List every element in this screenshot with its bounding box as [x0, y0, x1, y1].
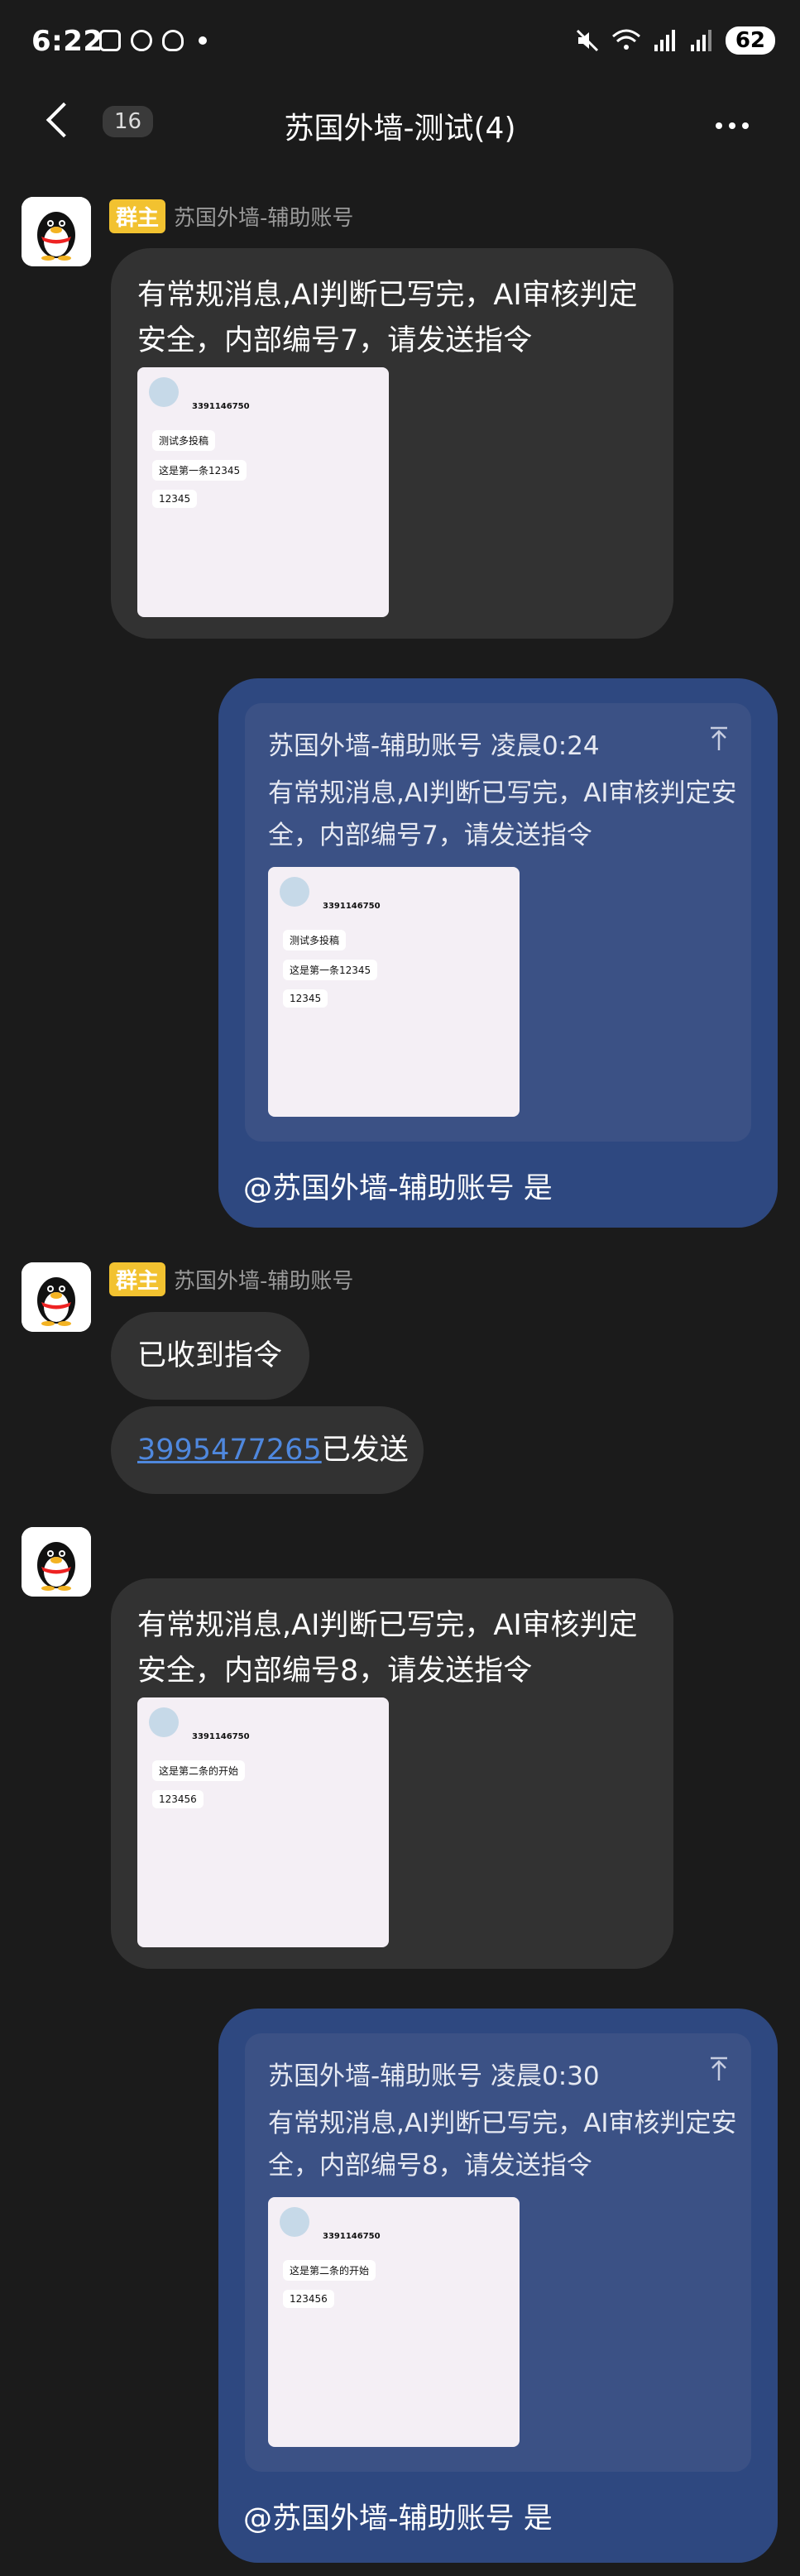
image-attachment[interactable]: 3391146750 测试多投稿 这是第一条12345 12345 [137, 367, 389, 617]
jump-to-top-icon[interactable] [710, 2056, 728, 2081]
owner-badge: 群主 [109, 1262, 166, 1296]
quoted-message[interactable]: 苏国外墙-辅助账号 凌晨0:30 有常规消息,AI判断已写完，AI审核判定安全，… [245, 2033, 751, 2472]
mini-user-id: 3391146750 [323, 2232, 381, 2241]
mini-bubble: 这是第一条12345 [152, 460, 247, 481]
wechat-icon [162, 30, 184, 51]
image-attachment[interactable]: 3391146750 测试多投稿 这是第一条12345 12345 [268, 867, 520, 1117]
quote-sender: 苏国外墙-辅助账号 [268, 731, 483, 761]
penguin-icon [22, 197, 91, 266]
mini-bubble: 123456 [283, 2290, 334, 2308]
scan-icon [99, 30, 121, 51]
jump-to-top-icon[interactable] [710, 726, 728, 751]
mini-bubble: 12345 [152, 490, 198, 508]
message-bubble[interactable]: 3995477265已发送 [111, 1406, 424, 1494]
reply-text: @苏国外墙-辅助账号 是 [243, 1172, 553, 1205]
sender-name: 苏国外墙-辅助账号 [174, 1269, 354, 1294]
image-attachment[interactable]: 3391146750 这是第二条的开始 123456 [137, 1697, 389, 1947]
mini-bubble: 12345 [283, 989, 328, 1008]
mini-avatar [280, 2207, 309, 2237]
message-bubble-outgoing[interactable]: 苏国外墙-辅助账号 凌晨0:24 有常规消息,AI判断已写完，AI审核判定安全，… [218, 678, 778, 1228]
owner-badge: 群主 [109, 199, 166, 233]
quote-sender: 苏国外墙-辅助账号 [268, 2061, 483, 2091]
avatar[interactable] [22, 1527, 91, 1597]
mini-avatar [149, 1707, 179, 1737]
mini-user-id: 3391146750 [192, 1732, 250, 1741]
status-notification-icons [99, 30, 207, 51]
message-bubble[interactable]: 有常规消息,AI判断已写完，AI审核判定安全，内部编号8，请发送指令 33911… [111, 1578, 673, 1969]
more-notifications-dot [199, 36, 207, 45]
more-icon[interactable] [716, 122, 749, 129]
quote-header: 苏国外墙-辅助账号 凌晨0:24 [268, 725, 600, 762]
image-attachment[interactable]: 3391146750 这是第二条的开始 123456 [268, 2197, 520, 2447]
message-text: 3995477265已发送 [137, 1428, 409, 1473]
mini-bubble: 测试多投稿 [152, 430, 216, 451]
reply-text: @苏国外墙-辅助账号 是 [243, 2502, 553, 2535]
message-text: 有常规消息,AI判断已写完，AI审核判定安全，内部编号8，请发送指令 [137, 1609, 638, 1688]
quoted-message[interactable]: 苏国外墙-辅助账号 凌晨0:24 有常规消息,AI判断已写完，AI审核判定安全，… [245, 703, 751, 1142]
message-text: 有常规消息,AI判断已写完，AI审核判定安全，内部编号7，请发送指令 [137, 279, 638, 357]
quote-text: 有常规消息,AI判断已写完，AI审核判定安全，内部编号8，请发送指令 [268, 2109, 737, 2181]
quote-time: 凌晨0:30 [491, 2061, 600, 2091]
message-bubble[interactable]: 已收到指令 [111, 1312, 309, 1400]
avatar[interactable] [22, 197, 91, 266]
avatar[interactable] [22, 1262, 91, 1332]
signal-icon-2 [690, 30, 711, 51]
quote-time: 凌晨0:24 [491, 731, 600, 761]
battery-level: 62 [725, 26, 775, 55]
unread-count-badge[interactable]: 16 [103, 106, 154, 137]
quote-text: 有常规消息,AI判断已写完，AI审核判定安全，内部编号7，请发送指令 [268, 778, 737, 850]
status-time: 6:22 [31, 25, 103, 58]
signal-icon [654, 30, 675, 51]
message-text: 已收到指令 [137, 1339, 283, 1372]
sender-name: 苏国外墙-辅助账号 [174, 206, 354, 231]
mini-user-id: 3391146750 [323, 902, 381, 911]
status-system-icons: 62 [575, 26, 775, 55]
mini-bubble: 123456 [152, 1790, 204, 1808]
wifi-icon [611, 29, 640, 50]
sent-text: 已发送 [321, 1434, 409, 1467]
mini-user-id: 3391146750 [192, 402, 250, 411]
quote-header: 苏国外墙-辅助账号 凌晨0:30 [268, 2055, 600, 2092]
penguin-icon [22, 1527, 91, 1597]
mini-bubble: 这是第一条12345 [283, 960, 378, 980]
penguin-icon [22, 1262, 91, 1332]
mute-icon [576, 29, 598, 52]
mini-bubble: 这是第二条的开始 [283, 2260, 376, 2281]
mini-bubble: 测试多投稿 [283, 930, 347, 950]
qq-number-link[interactable]: 3995477265 [137, 1434, 322, 1467]
mini-avatar [149, 377, 179, 407]
message-bubble-outgoing[interactable]: 苏国外墙-辅助账号 凌晨0:30 有常规消息,AI判断已写完，AI审核判定安全，… [218, 2009, 778, 2563]
timer-icon [131, 30, 152, 51]
mini-avatar [280, 877, 309, 907]
mini-bubble: 这是第二条的开始 [152, 1760, 246, 1781]
message-bubble[interactable]: 有常规消息,AI判断已写完，AI审核判定安全，内部编号7，请发送指令 33911… [111, 248, 673, 639]
